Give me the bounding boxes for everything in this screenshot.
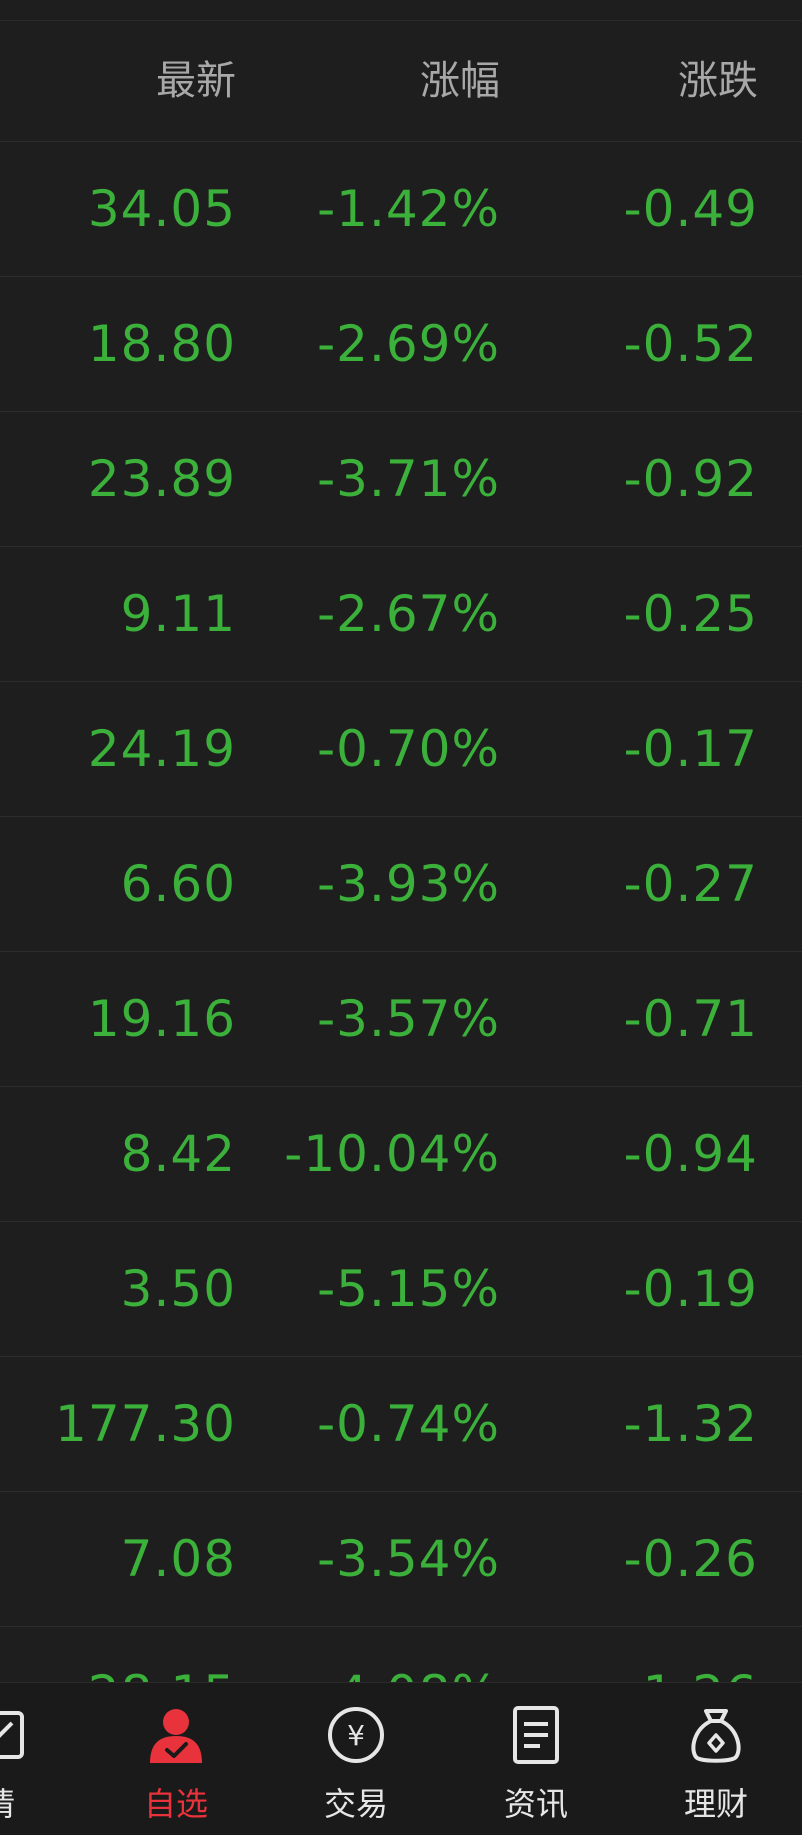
price-change: -0.94 bbox=[623, 1125, 758, 1183]
tab-market[interactable]: 情 bbox=[0, 1683, 75, 1835]
stock-row[interactable]: 23.89 -3.71% -0.92 bbox=[0, 412, 802, 547]
tab-label: 交易 bbox=[323, 1785, 388, 1823]
stock-row[interactable]: 3.50 -5.15% -0.19 bbox=[0, 1222, 802, 1357]
column-header-latest-price[interactable]: 最新 bbox=[40, 21, 236, 141]
money-bag-icon bbox=[691, 1709, 741, 1763]
change-percent: -4.08% bbox=[260, 1627, 500, 1682]
latest-price: 34.05 bbox=[87, 180, 236, 238]
price-change: -0.49 bbox=[623, 180, 758, 238]
price-change: -0.19 bbox=[623, 1260, 758, 1318]
tab-watchlist[interactable]: 自选 bbox=[101, 1683, 251, 1835]
change-percent: -3.71% bbox=[317, 450, 500, 508]
stock-row[interactable]: 177.30 -0.74% -1.32 bbox=[0, 1357, 802, 1492]
tab-label: 情 bbox=[0, 1779, 23, 1825]
price-change: -1.32 bbox=[623, 1395, 758, 1453]
latest-price: 6.60 bbox=[120, 855, 236, 913]
latest-price: 3.50 bbox=[120, 1260, 236, 1318]
change-percent: -10.04% bbox=[284, 1125, 500, 1183]
tab-trade[interactable]: ¥ 交易 bbox=[281, 1683, 431, 1835]
news-document-icon bbox=[513, 1706, 559, 1764]
latest-price: 7.08 bbox=[120, 1530, 236, 1588]
latest-price: 177.30 bbox=[55, 1395, 236, 1453]
stock-row[interactable]: 28.15 -4.08% -1.26 bbox=[0, 1627, 802, 1682]
table-header: 最新 涨幅 涨跌 bbox=[0, 21, 802, 142]
change-percent: -0.70% bbox=[317, 720, 500, 778]
price-change: -0.92 bbox=[623, 450, 758, 508]
stock-row[interactable]: 9.11 -2.67% -0.25 bbox=[0, 547, 802, 682]
change-percent: -1.42% bbox=[317, 180, 500, 238]
stock-row[interactable]: 19.16 -3.57% -0.71 bbox=[0, 952, 802, 1087]
change-percent: -3.54% bbox=[317, 1530, 500, 1588]
price-change: -0.25 bbox=[623, 585, 758, 643]
stock-row[interactable]: 24.19 -0.70% -0.17 bbox=[0, 682, 802, 817]
latest-price: 28.15 bbox=[40, 1627, 236, 1682]
price-change: -0.52 bbox=[623, 315, 758, 373]
change-percent: -3.57% bbox=[317, 990, 500, 1048]
stock-row[interactable]: 34.05 -1.42% -0.49 bbox=[0, 142, 802, 277]
yuan-coin-icon: ¥ bbox=[328, 1707, 384, 1763]
market-chart-icon bbox=[0, 1711, 24, 1759]
change-percent: -2.67% bbox=[317, 585, 500, 643]
column-header-change-percent[interactable]: 涨幅 bbox=[260, 21, 500, 141]
change-percent: -0.74% bbox=[317, 1395, 500, 1453]
price-change: -0.26 bbox=[623, 1530, 758, 1588]
price-change: -0.71 bbox=[623, 990, 758, 1048]
latest-price: 9.11 bbox=[120, 585, 236, 643]
latest-price: 23.89 bbox=[87, 450, 236, 508]
price-change: -1.26 bbox=[560, 1627, 758, 1682]
latest-price: 19.16 bbox=[87, 990, 236, 1048]
tab-news[interactable]: 资讯 bbox=[461, 1683, 611, 1835]
bottom-tab-bar: 情 自选 ¥ 交易 资讯 理财 bbox=[0, 1682, 802, 1835]
latest-price: 18.80 bbox=[87, 315, 236, 373]
stock-row[interactable]: 7.08 -3.54% -0.26 bbox=[0, 1492, 802, 1627]
price-change: -0.17 bbox=[623, 720, 758, 778]
tab-label: 资讯 bbox=[503, 1785, 568, 1823]
stock-list[interactable]: 34.05 -1.42% -0.49 18.80 -2.69% -0.52 23… bbox=[0, 142, 802, 1682]
watchlist-person-icon bbox=[150, 1709, 202, 1763]
stock-row[interactable]: 8.42 -10.04% -0.94 bbox=[0, 1087, 802, 1222]
change-percent: -2.69% bbox=[317, 315, 500, 373]
tab-wealth[interactable]: 理财 bbox=[641, 1683, 791, 1835]
price-change: -0.27 bbox=[623, 855, 758, 913]
latest-price: 8.42 bbox=[120, 1125, 236, 1183]
tab-label: 理财 bbox=[683, 1785, 748, 1823]
stock-row[interactable]: 6.60 -3.93% -0.27 bbox=[0, 817, 802, 952]
change-percent: -5.15% bbox=[317, 1260, 500, 1318]
column-header-change[interactable]: 涨跌 bbox=[560, 21, 758, 141]
latest-price: 24.19 bbox=[87, 720, 236, 778]
change-percent: -3.93% bbox=[317, 855, 500, 913]
stock-row[interactable]: 18.80 -2.69% -0.52 bbox=[0, 277, 802, 412]
svg-text:¥: ¥ bbox=[347, 1719, 365, 1752]
tab-label: 自选 bbox=[143, 1785, 208, 1823]
